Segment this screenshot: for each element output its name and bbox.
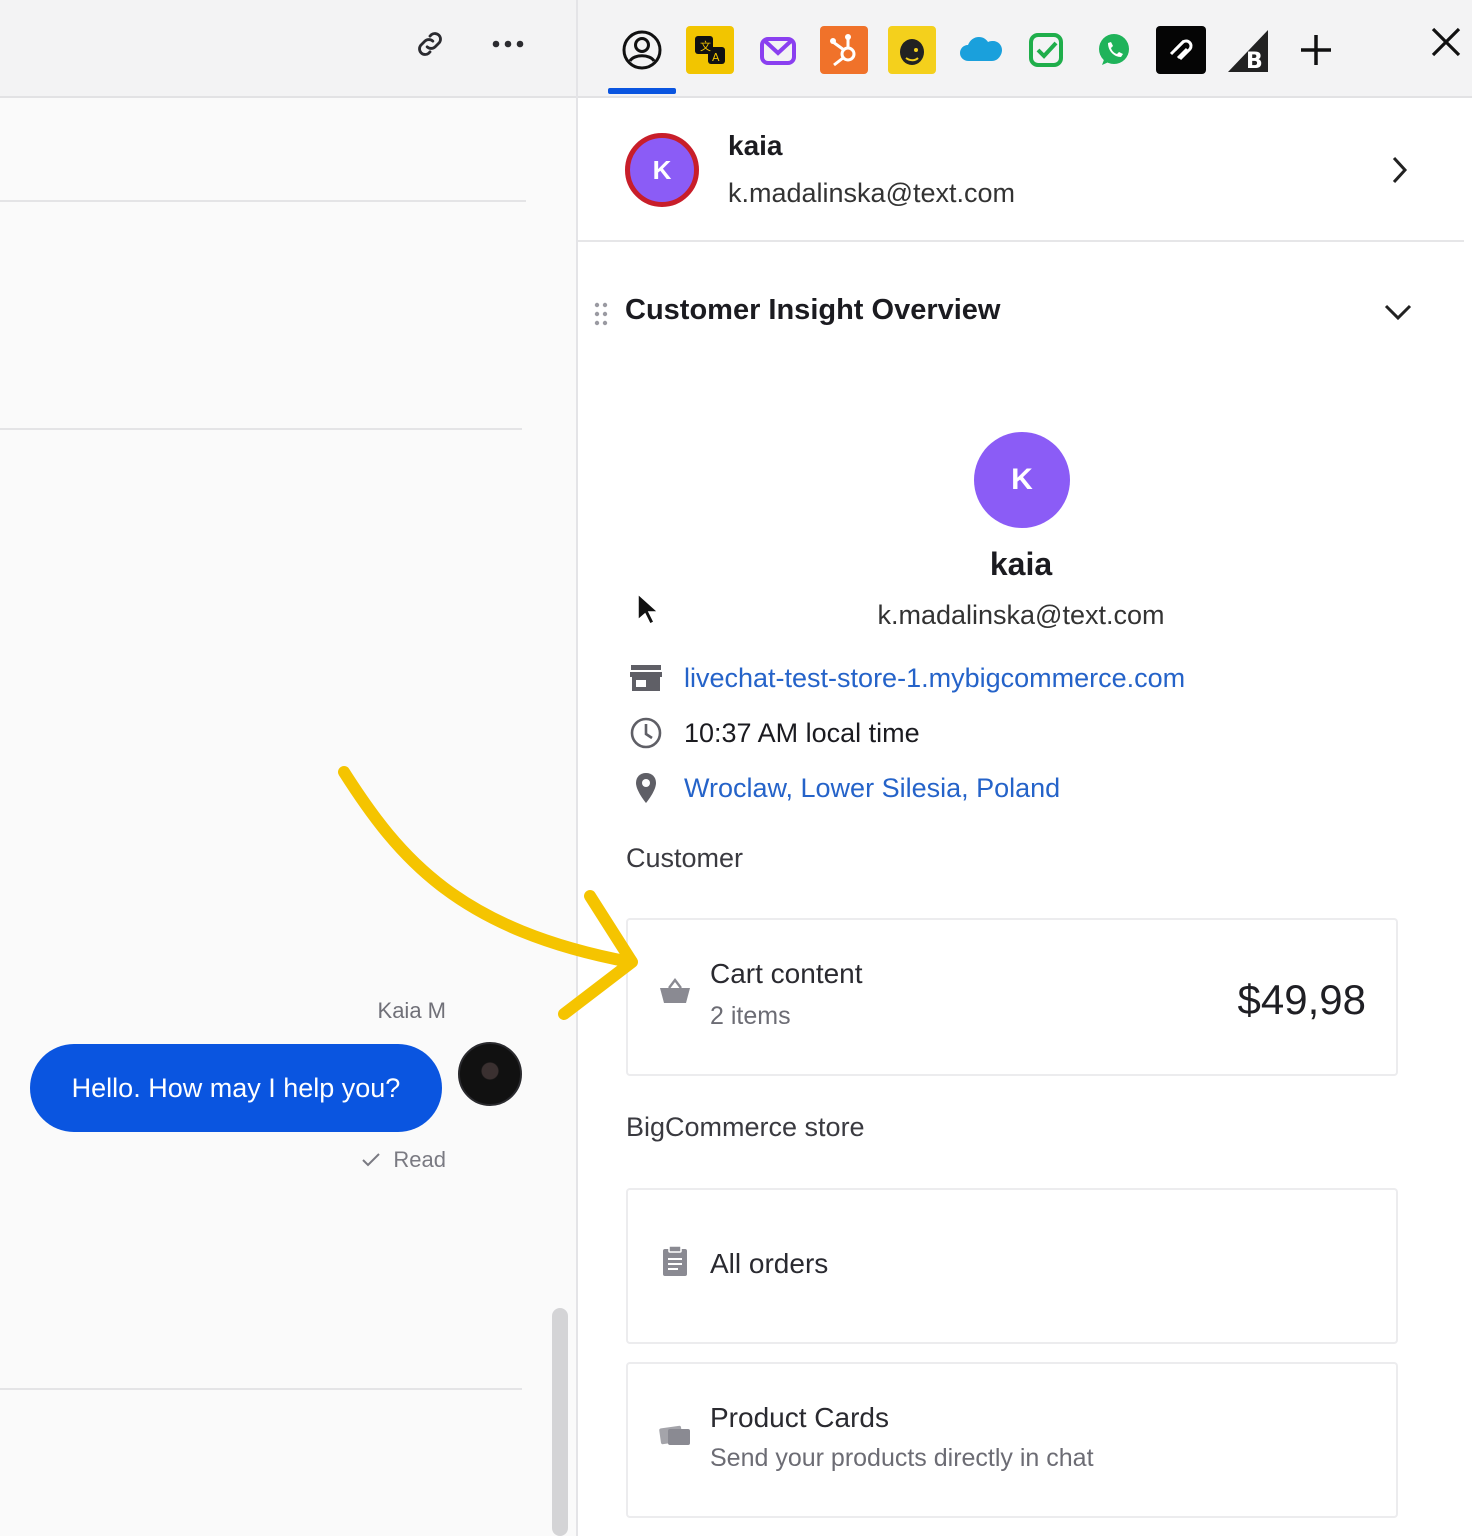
location-link[interactable]: Wroclaw, Lower Silesia, Poland bbox=[684, 773, 1060, 804]
hubspot-app-icon[interactable] bbox=[820, 26, 868, 74]
product-cards-icon bbox=[658, 1418, 692, 1452]
message-text: Hello. How may I help you? bbox=[71, 1072, 401, 1103]
store-row: livechat-test-store-1.mybigcommerce.com bbox=[626, 658, 1185, 698]
divider bbox=[0, 428, 522, 430]
active-tab-indicator bbox=[608, 88, 676, 94]
tasks-app-icon[interactable] bbox=[1022, 26, 1070, 74]
drag-handle-icon[interactable] bbox=[592, 300, 610, 333]
close-icon[interactable] bbox=[1422, 18, 1470, 66]
profile-email: k.madalinska@text.com bbox=[877, 600, 1165, 630]
cart-content-card[interactable]: Cart content 2 items $49,98 bbox=[626, 918, 1398, 1076]
chevron-right-icon[interactable] bbox=[1386, 154, 1412, 191]
chat-pane bbox=[0, 0, 578, 1536]
clipboard-icon bbox=[658, 1244, 692, 1278]
all-orders-card[interactable]: All orders bbox=[626, 1188, 1398, 1344]
link-icon[interactable] bbox=[408, 22, 452, 66]
customer-email: k.madalinska@text.com bbox=[728, 178, 1016, 208]
local-time: 10:37 AM local time bbox=[684, 717, 920, 748]
check-icon bbox=[361, 1147, 393, 1172]
divider bbox=[0, 200, 526, 202]
product-cards-subtitle: Send your products directly in chat bbox=[710, 1444, 1094, 1472]
mailchimp-app-icon[interactable] bbox=[888, 26, 936, 74]
cart-item-count: 2 items bbox=[710, 1002, 791, 1030]
more-options-icon[interactable] bbox=[486, 22, 530, 66]
customer-name: kaia bbox=[728, 130, 783, 161]
local-time-row: 10:37 AM local time bbox=[626, 713, 920, 753]
chevron-down-icon[interactable] bbox=[1382, 298, 1414, 331]
store-icon bbox=[626, 658, 666, 698]
squarespace-app-icon[interactable] bbox=[1156, 26, 1206, 74]
customer-avatar: K bbox=[625, 133, 699, 207]
profile-name: kaia bbox=[989, 546, 1053, 582]
mail-app-icon[interactable] bbox=[754, 26, 802, 74]
whatsapp-app-icon[interactable] bbox=[1090, 26, 1138, 74]
translate-app-icon[interactable]: 文A bbox=[686, 26, 734, 74]
bigcommerce-app-icon[interactable]: B bbox=[1224, 26, 1272, 74]
mouse-cursor-icon bbox=[636, 592, 660, 631]
agent-avatar bbox=[458, 1042, 522, 1106]
divider bbox=[0, 1388, 522, 1390]
clock-icon bbox=[626, 713, 666, 753]
message-sender: Kaia M bbox=[377, 998, 446, 1023]
product-cards-card[interactable]: Product Cards Send your products directl… bbox=[626, 1362, 1398, 1518]
chat-message-bubble[interactable]: Hello. How may I help you? bbox=[30, 1044, 442, 1132]
chat-header bbox=[0, 0, 576, 98]
read-label: Read bbox=[393, 1147, 446, 1172]
section-title: Customer Insight Overview bbox=[625, 294, 1001, 326]
customer-group-label: Customer bbox=[626, 843, 744, 873]
all-orders-label: All orders bbox=[710, 1248, 829, 1279]
store-group-label: BigCommerce store bbox=[626, 1112, 865, 1142]
cart-title: Cart content bbox=[710, 958, 863, 989]
customer-header-row[interactable] bbox=[578, 100, 1464, 242]
read-receipt: Read bbox=[360, 1147, 446, 1173]
profile-avatar: K bbox=[974, 432, 1070, 528]
salesforce-app-icon[interactable] bbox=[956, 26, 1004, 74]
svg-text:B: B bbox=[1246, 49, 1263, 74]
svg-text:文: 文 bbox=[700, 39, 711, 53]
basket-icon bbox=[658, 974, 692, 1008]
customer-details-tab-icon[interactable] bbox=[618, 26, 666, 74]
svg-text:A: A bbox=[712, 51, 720, 64]
location-pin-icon bbox=[626, 768, 666, 808]
product-cards-title: Product Cards bbox=[710, 1402, 889, 1433]
store-link[interactable]: livechat-test-store-1.mybigcommerce.com bbox=[684, 663, 1185, 694]
chat-scrollbar[interactable] bbox=[552, 1308, 568, 1536]
cart-total: $49,98 bbox=[1237, 976, 1366, 1023]
add-app-icon[interactable] bbox=[1292, 26, 1340, 74]
location-row: Wroclaw, Lower Silesia, Poland bbox=[626, 768, 1060, 808]
